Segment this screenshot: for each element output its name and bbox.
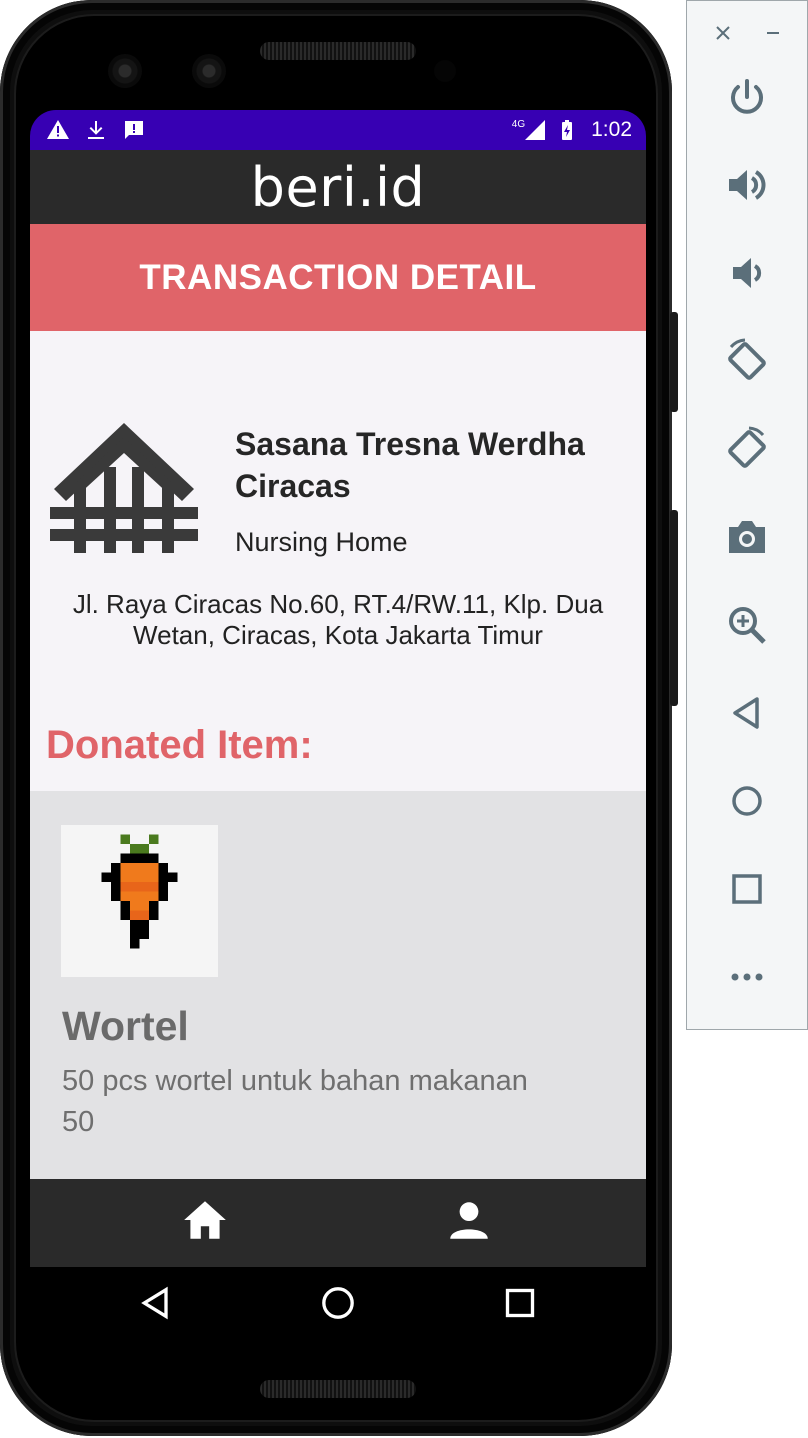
power-side-button[interactable]	[670, 312, 678, 412]
home-icon[interactable]	[180, 1195, 230, 1245]
item-quantity: 50	[62, 1106, 95, 1138]
bottom-navigation	[30, 1179, 646, 1267]
home-circle-icon[interactable]	[318, 1283, 358, 1323]
proximity-sensor	[434, 60, 456, 82]
item-details: 50 pcs wortel untuk bahan makanan 50	[62, 1061, 528, 1143]
message-alert-icon	[125, 121, 143, 139]
minimize-icon[interactable]	[763, 23, 783, 43]
banner-title: TRANSACTION DETAIL	[139, 257, 537, 297]
zoom-icon[interactable]	[723, 601, 771, 649]
item-description: 50 pcs wortel untuk bahan makanan	[62, 1065, 528, 1097]
back-icon[interactable]	[723, 689, 771, 737]
system-navigation-bar	[30, 1267, 646, 1342]
bottom-speaker	[260, 1380, 416, 1398]
battery-icon	[562, 120, 573, 140]
back-icon[interactable]	[136, 1283, 176, 1323]
earpiece-speaker	[260, 42, 416, 60]
overview-icon[interactable]	[723, 865, 771, 913]
close-icon[interactable]	[713, 23, 733, 43]
volume-down-icon[interactable]	[723, 249, 771, 297]
volume-up-icon[interactable]	[723, 161, 771, 209]
rotate-right-icon[interactable]	[723, 425, 771, 473]
transaction-detail-banner: TRANSACTION DETAIL	[30, 224, 646, 331]
warning-icon	[47, 120, 69, 139]
profile-icon[interactable]	[444, 1195, 494, 1245]
item-name: Wortel	[62, 1003, 189, 1049]
recents-icon[interactable]	[500, 1283, 540, 1323]
organization-address: Jl. Raya Ciracas No.60, RT.4/RW.11, Klp.…	[72, 589, 604, 650]
rotate-left-icon[interactable]	[723, 337, 771, 385]
volume-side-button[interactable]	[670, 510, 678, 706]
organization-name: Sasana Tresna Werdha Ciracas	[235, 426, 585, 504]
download-icon	[88, 121, 104, 139]
home-icon[interactable]	[723, 777, 771, 825]
organization-section: Sasana Tresna Werdha Ciracas Nursing Hom…	[30, 331, 646, 791]
app-title-bar: beri.id	[30, 150, 646, 224]
donated-item-card[interactable]: Wortel 50 pcs wortel untuk bahan makanan…	[30, 791, 646, 1179]
carrot-icon	[61, 825, 218, 977]
status-time: 1:02	[591, 118, 632, 141]
status-bar: 4G 1:02	[30, 110, 646, 150]
app-title: beri.id	[250, 155, 426, 219]
camera-icon[interactable]	[723, 513, 771, 561]
donated-item-heading: Donated Item:	[46, 723, 313, 767]
front-camera	[108, 54, 142, 88]
network-type: 4G	[511, 118, 526, 130]
signal-icon	[525, 120, 546, 140]
window-controls	[687, 17, 807, 47]
power-icon[interactable]	[723, 73, 771, 121]
organization-type: Nursing Home	[235, 527, 408, 557]
emulator-toolbar	[686, 0, 808, 1030]
more-icon[interactable]	[723, 953, 771, 1001]
house-icon	[50, 423, 198, 553]
front-sensor	[192, 54, 226, 88]
phone-screen: 4G 1:02 beri.id TRANSACTION DETAIL Sasan…	[30, 110, 646, 1342]
